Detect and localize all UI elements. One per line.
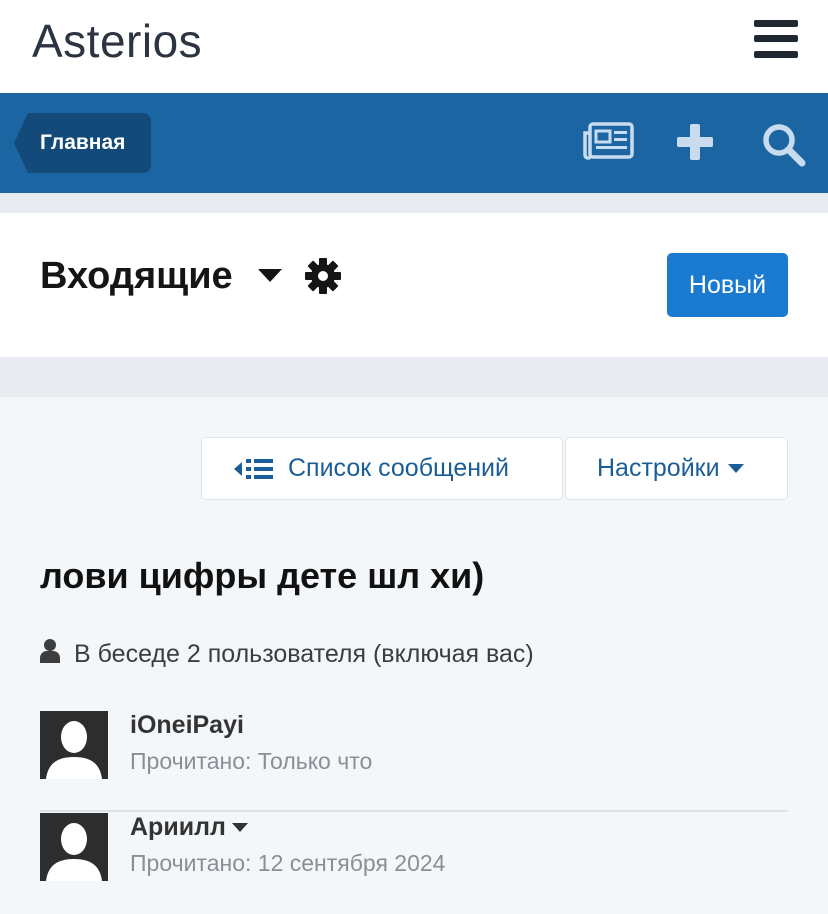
chevron-down-icon	[727, 463, 744, 474]
new-conversation-button[interactable]: Новый	[667, 253, 788, 317]
message-list-button[interactable]: Список сообщений	[201, 437, 563, 500]
spacer	[0, 357, 828, 397]
spacer	[0, 193, 828, 213]
page-title: Входящие	[40, 255, 233, 297]
news-feed-icon[interactable]	[582, 121, 634, 166]
participant-name: Ариилл	[130, 813, 226, 841]
message-list-label: Список сообщений	[288, 454, 509, 482]
settings-label: Настройки	[597, 454, 720, 482]
user-icon	[40, 639, 60, 670]
chevron-down-icon	[231, 822, 248, 833]
chevron-down-icon[interactable]	[258, 269, 282, 288]
participants-text: В беседе 2 пользователя (включая вас)	[74, 640, 534, 668]
hamburger-menu-icon[interactable]	[754, 20, 798, 58]
site-header: Asterios	[0, 0, 828, 93]
participant-row: Ариилл Прочитано: 12 сентября 2024	[40, 813, 788, 914]
participant-read-status: Прочитано: 12 сентября 2024	[130, 850, 446, 876]
conversation-content: Список сообщений Настройки лови цифры де…	[0, 397, 828, 901]
list-back-icon	[234, 458, 274, 480]
participant-name-menu[interactable]: Ариилл	[130, 813, 248, 842]
search-icon[interactable]	[762, 123, 806, 172]
participant-name[interactable]: iOneiPayi	[130, 711, 244, 740]
participant-row: iOneiPayi Прочитано: Только что	[40, 711, 788, 812]
navigation-bar: Главная	[0, 93, 828, 193]
breadcrumb-home[interactable]: Главная	[14, 113, 151, 173]
avatar[interactable]	[40, 813, 108, 881]
title-panel: Входящие Новый	[0, 213, 828, 357]
participants-summary: В беседе 2 пользователя (включая вас)	[40, 639, 534, 670]
avatar[interactable]	[40, 711, 108, 779]
site-logo[interactable]: Asterios	[32, 14, 202, 68]
participant-read-status: Прочитано: Только что	[130, 748, 373, 774]
conversation-title: лови цифры дете шл хи)	[40, 555, 485, 596]
plus-icon[interactable]	[677, 124, 713, 165]
gear-icon[interactable]	[304, 257, 342, 300]
settings-dropdown-button[interactable]: Настройки	[565, 437, 788, 500]
